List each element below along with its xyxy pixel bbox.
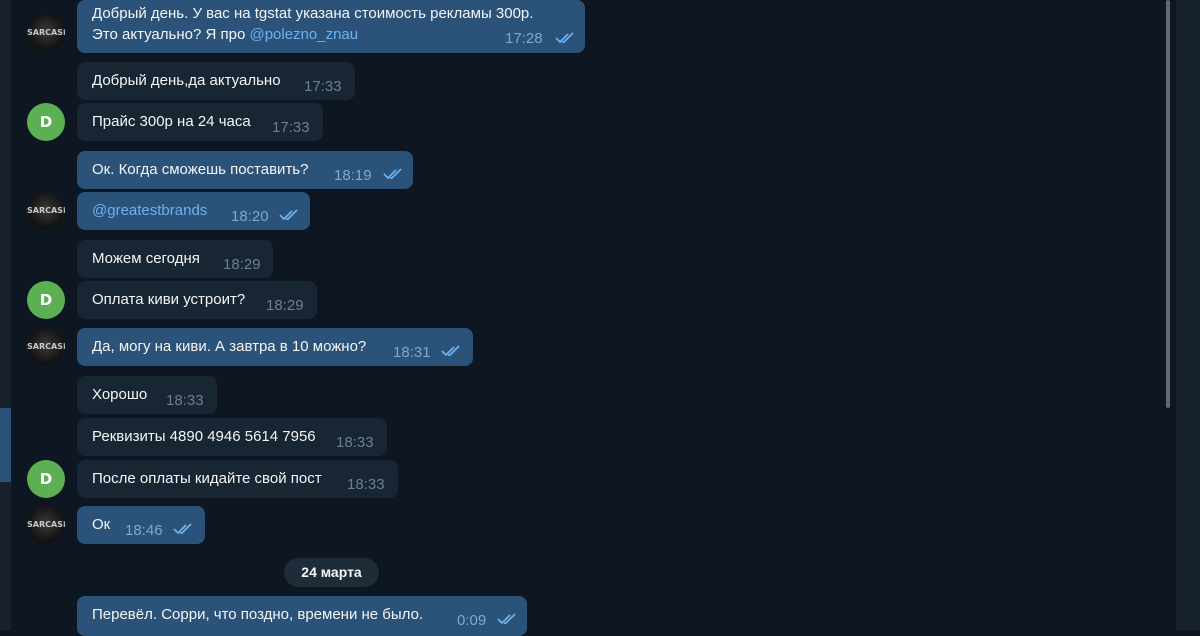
message-text: Ок. Когда сможешь поставить? [92,161,309,178]
message-bubble-incoming[interactable]: Реквизиты 4890 4946 5614 7956 18:33 [77,418,387,456]
message-text: Реквизиты 4890 4946 5614 7956 [92,428,316,445]
message-time: 18:33 [336,434,374,451]
double-check-icon [279,209,298,221]
self-avatar[interactable]: SARCASM [27,506,65,544]
chat-scrollbar-thumb[interactable] [1166,0,1170,408]
message-bubble-incoming[interactable]: Можем сегодня 18:29 [77,240,273,278]
double-check-icon [555,32,574,44]
message-time: 18:46 [125,522,163,539]
message-time: 17:33 [272,119,310,136]
message-text: Оплата киви устроит? [92,291,246,308]
peer-avatar[interactable]: D [27,103,65,141]
message-bubble-incoming[interactable]: Прайс 300р на 24 часа 17:33 [77,103,323,141]
message-time: 18:33 [166,392,204,409]
double-check-icon [441,345,460,357]
date-separator: 24 марта [284,558,379,587]
message-time: 18:29 [223,256,261,273]
message-text: Хорошо [92,386,148,403]
peer-avatar[interactable]: D [27,460,65,498]
message-text: Добрый день. У вас на tgstat указана сто… [92,5,534,43]
message-time: 18:19 [334,167,372,184]
message-time: 0:09 [457,612,487,629]
message-bubble-incoming[interactable]: После оплаты кидайте свой пост 18:33 [77,460,398,498]
message-text: Добрый день,да актуально [92,72,281,89]
mention-link[interactable]: @polezno_znau [249,26,358,43]
message-bubble-outgoing[interactable]: Добрый день. У вас на tgstat указана сто… [77,0,585,53]
double-check-icon [383,168,402,180]
double-check-icon [497,613,516,625]
message-time: 18:31 [393,344,431,361]
message-time: 18:20 [231,208,269,225]
message-text: Прайс 300р на 24 часа [92,113,251,130]
message-bubble-incoming[interactable]: Хорошо 18:33 [77,376,217,414]
self-avatar[interactable]: SARCASM [27,192,65,230]
message-bubble-incoming[interactable]: Добрый день,да актуально 17:33 [77,62,355,100]
message-bubble-outgoing[interactable]: @greatestbrands 18:20 [77,192,310,230]
message-text: Ок [92,516,111,533]
peer-avatar[interactable]: D [27,281,65,319]
message-bubble-incoming[interactable]: Оплата киви устроит? 18:29 [77,281,317,319]
self-avatar[interactable]: SARCASM [27,14,65,52]
double-check-icon [173,523,192,535]
message-bubble-outgoing[interactable]: Да, могу на киви. А завтра в 10 можно? 1… [77,328,473,366]
right-panel-edge [1176,0,1200,630]
self-avatar[interactable]: SARCASM [27,328,65,366]
message-text: Да, могу на киви. А завтра в 10 можно? [92,338,367,355]
message-text: Можем сегодня [92,250,200,267]
message-text: Перевёл. Сорри, что поздно, времени не б… [92,606,424,623]
message-time: 18:33 [347,476,385,493]
message-text: После оплаты кидайте свой пост [92,470,322,487]
message-bubble-outgoing[interactable]: Перевёл. Сорри, что поздно, времени не б… [77,596,527,636]
message-bubble-outgoing[interactable]: Ок. Когда сможешь поставить? 18:19 [77,151,413,189]
message-time: 18:29 [266,297,304,314]
left-panel-edge [0,0,11,630]
mention-link[interactable]: @greatestbrands [92,202,207,220]
message-time: 17:28 [505,30,543,47]
message-bubble-outgoing[interactable]: Ок 18:46 [77,506,205,544]
message-time: 17:33 [304,78,342,95]
selected-chat-indicator [0,408,11,482]
